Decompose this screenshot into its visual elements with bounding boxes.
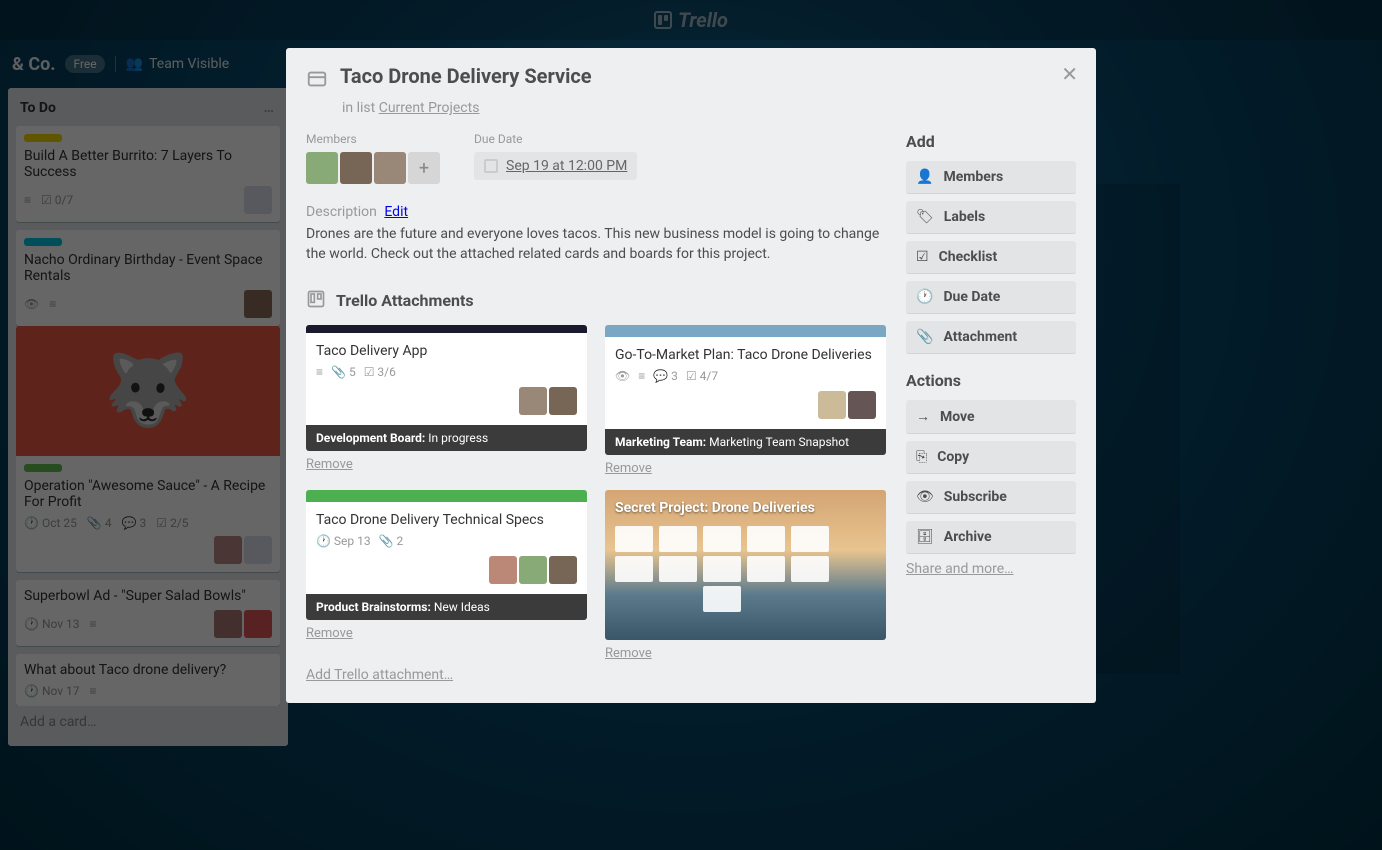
labels-icon: 🏷 bbox=[916, 209, 934, 225]
attachment-banner bbox=[306, 490, 587, 502]
remove-attachment-link[interactable]: Remove bbox=[605, 646, 652, 661]
trello-attachment[interactable]: Go-To-Market Plan: Taco Drone Deliveries… bbox=[605, 325, 886, 455]
attachment-badge: 📎 5 bbox=[331, 365, 356, 379]
comments-badge: 💬 3 bbox=[653, 369, 678, 383]
attachment-banner bbox=[306, 325, 587, 333]
attachment-banner bbox=[605, 325, 886, 337]
edit-description-link[interactable]: Edit bbox=[384, 204, 408, 220]
trello-attachment[interactable]: Taco Delivery App ≡ 📎 5 ☑ 3/6 Developmen… bbox=[306, 325, 587, 451]
description-icon: ≡ bbox=[638, 369, 645, 383]
add-member-button[interactable]: + bbox=[408, 152, 440, 184]
avatar[interactable] bbox=[340, 152, 372, 184]
avatar[interactable] bbox=[306, 152, 338, 184]
subscribe-button[interactable]: 👁Subscribe bbox=[906, 481, 1076, 513]
arrow-right-icon: → bbox=[916, 408, 930, 425]
eye-icon: 👁 bbox=[615, 369, 630, 383]
actions-section-header: Actions bbox=[906, 371, 1076, 390]
members-label: Members bbox=[306, 132, 440, 146]
close-icon[interactable]: ✕ bbox=[1061, 62, 1078, 86]
in-list-link[interactable]: Current Projects bbox=[379, 100, 480, 116]
archive-button[interactable]: 🗄Archive bbox=[906, 521, 1076, 553]
modal-title[interactable]: Taco Drone Delivery Service bbox=[340, 64, 592, 88]
avatar bbox=[848, 391, 876, 419]
due-badge: 🕐 Sep 13 bbox=[316, 534, 371, 548]
avatar bbox=[549, 556, 577, 584]
members-icon: 👤 bbox=[916, 169, 933, 185]
attachment-footer: Development Board: In progress bbox=[306, 425, 587, 451]
due-date-chip[interactable]: Sep 19 at 12:00 PM bbox=[474, 152, 637, 180]
eye-icon: 👁 bbox=[916, 489, 934, 505]
due-checkbox[interactable] bbox=[484, 159, 498, 173]
add-trello-attachment-link[interactable]: Add Trello attachment… bbox=[306, 667, 886, 683]
avatar bbox=[519, 387, 547, 415]
add-labels-button[interactable]: 🏷Labels bbox=[906, 201, 1076, 233]
avatar bbox=[549, 387, 577, 415]
add-section-header: Add bbox=[906, 132, 1076, 151]
avatar[interactable] bbox=[374, 152, 406, 184]
attachment-icon: 📎 bbox=[916, 329, 933, 345]
description-text[interactable]: Drones are the future and everyone loves… bbox=[306, 224, 886, 265]
trello-attachments-icon bbox=[306, 289, 326, 313]
description-label: Description bbox=[306, 204, 377, 220]
attachments-header: Trello Attachments bbox=[336, 291, 474, 310]
avatar bbox=[519, 556, 547, 584]
avatar bbox=[818, 391, 846, 419]
add-checklist-button[interactable]: ☑Checklist bbox=[906, 241, 1076, 273]
copy-icon: ⎘ bbox=[916, 449, 927, 465]
avatar bbox=[489, 556, 517, 584]
description-icon: ≡ bbox=[316, 365, 323, 379]
card-icon bbox=[306, 68, 328, 94]
due-date-label: Due Date bbox=[474, 132, 637, 146]
archive-icon: 🗄 bbox=[916, 529, 934, 545]
add-members-button[interactable]: 👤Members bbox=[906, 161, 1076, 193]
trello-attachment[interactable]: Taco Drone Delivery Technical Specs 🕐 Se… bbox=[306, 490, 587, 620]
add-due-date-button[interactable]: 🕐Due Date bbox=[906, 281, 1076, 313]
attachment-title: Taco Delivery App bbox=[316, 343, 577, 359]
due-date-value: Sep 19 at 12:00 PM bbox=[506, 158, 627, 174]
checklist-badge: ☑ 4/7 bbox=[686, 369, 718, 383]
attachment-footer: Marketing Team: Marketing Team Snapshot bbox=[605, 429, 886, 455]
checklist-icon: ☑ bbox=[916, 249, 929, 265]
attachment-title: Go-To-Market Plan: Taco Drone Deliveries bbox=[615, 347, 876, 363]
attachment-badge: 📎 2 bbox=[379, 534, 404, 548]
clock-icon: 🕐 bbox=[916, 289, 933, 305]
in-list-text: in list Current Projects bbox=[342, 100, 1076, 116]
remove-attachment-link[interactable]: Remove bbox=[306, 457, 353, 472]
add-attachment-button[interactable]: 📎Attachment bbox=[906, 321, 1076, 353]
checklist-badge: ☑ 3/6 bbox=[364, 365, 396, 379]
share-and-more-link[interactable]: Share and more… bbox=[906, 561, 1076, 577]
attachment-footer: Product Brainstorms: New Ideas bbox=[306, 594, 587, 620]
card-detail-modal: ✕ Taco Drone Delivery Service in list Cu… bbox=[286, 48, 1096, 703]
move-button[interactable]: →Move bbox=[906, 400, 1076, 433]
remove-attachment-link[interactable]: Remove bbox=[605, 461, 652, 476]
board-attachment-title: Secret Project: Drone Deliveries bbox=[605, 490, 886, 526]
attachment-title: Taco Drone Delivery Technical Specs bbox=[316, 512, 577, 528]
board-preview bbox=[605, 526, 886, 640]
copy-button[interactable]: ⎘Copy bbox=[906, 441, 1076, 473]
remove-attachment-link[interactable]: Remove bbox=[306, 626, 353, 641]
board-attachment[interactable]: Secret Project: Drone Deliveries bbox=[605, 490, 886, 640]
